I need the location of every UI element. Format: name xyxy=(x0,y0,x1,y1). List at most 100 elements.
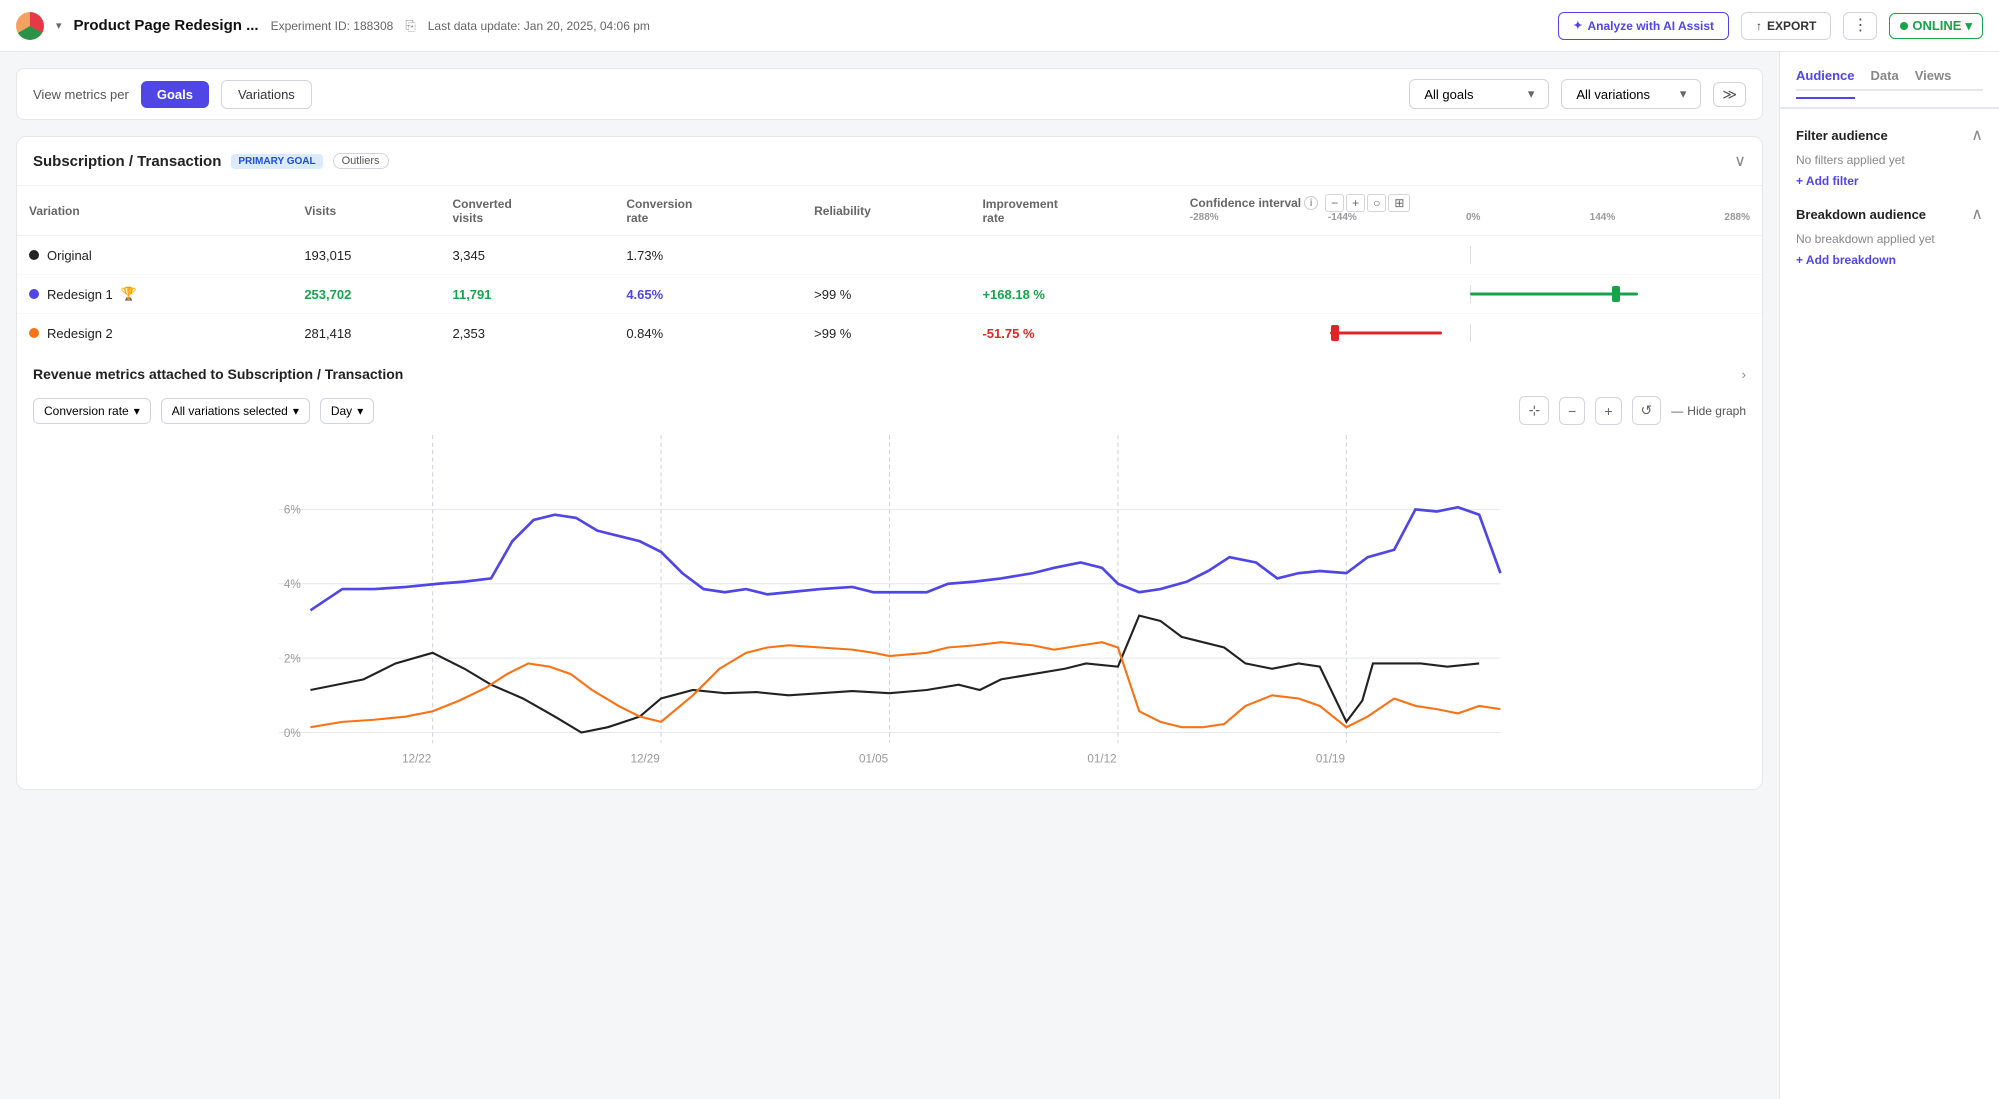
export-icon: ↑ xyxy=(1756,19,1762,33)
svg-text:01/19: 01/19 xyxy=(1316,752,1345,765)
revenue-section: Revenue metrics attached to Subscription… xyxy=(17,352,1762,789)
visits-cell: 253,702 xyxy=(292,275,440,314)
svg-text:01/05: 01/05 xyxy=(859,752,888,765)
svg-text:12/29: 12/29 xyxy=(631,752,660,765)
tab-data[interactable]: Data xyxy=(1871,68,1899,89)
day-dropdown[interactable]: Day ▾ xyxy=(320,398,374,424)
top-bar: ▾ Product Page Redesign ... Experiment I… xyxy=(0,0,1999,52)
all-variations-selected-dropdown[interactable]: All variations selected ▾ xyxy=(161,398,310,424)
hide-graph-icon: — xyxy=(1671,404,1683,418)
variations-button[interactable]: Variations xyxy=(221,80,312,109)
svg-text:12/22: 12/22 xyxy=(402,752,431,765)
card-header: Subscription / Transaction PRIMARY GOAL … xyxy=(17,137,1762,186)
experiment-id: Experiment ID: 188308 xyxy=(271,19,394,33)
dot-blue-icon xyxy=(29,289,39,299)
day-chevron-icon: ▾ xyxy=(357,404,363,418)
converted-cell: 3,345 xyxy=(440,236,614,275)
improvement-cell: -51.75 % xyxy=(970,314,1177,353)
add-breakdown-link[interactable]: + Add breakdown xyxy=(1796,253,1896,267)
visits-cell: 281,418 xyxy=(292,314,440,353)
copy-icon[interactable]: ⎘ xyxy=(405,18,415,34)
revenue-title: Revenue metrics attached to Subscription… xyxy=(33,366,403,382)
experiment-title: Product Page Redesign ... xyxy=(74,17,259,34)
ci-reset-button[interactable]: ○ xyxy=(1367,194,1386,212)
view-label: View metrics per xyxy=(33,87,129,102)
col-conversion-rate: Conversionrate xyxy=(614,186,802,236)
col-ci: Confidence interval i − + ○ ⊞ -2 xyxy=(1178,186,1762,236)
hide-graph-button[interactable]: — Hide graph xyxy=(1671,404,1746,418)
svg-text:4%: 4% xyxy=(284,578,301,591)
outliers-badge[interactable]: Outliers xyxy=(333,153,389,169)
online-chevron-icon: ▾ xyxy=(1965,18,1972,34)
table-row: Redesign 1 🏆 253,702 11,791 4.65% >99 % … xyxy=(17,275,1762,314)
add-filter-link[interactable]: + Add filter xyxy=(1796,174,1859,188)
no-filter-text: No filters applied yet xyxy=(1796,153,1983,167)
chart-area: 0% 2% 4% 6% 12/22 12/29 01/05 xyxy=(33,435,1746,775)
online-status-badge[interactable]: ONLINE ▾ xyxy=(1889,13,1983,39)
svg-text:01/12: 01/12 xyxy=(1087,752,1116,765)
right-panel: Audience Data Views Filter audience ∧ No… xyxy=(1779,52,1999,1099)
reliability-cell: >99 % xyxy=(802,314,970,353)
card-collapse-button[interactable]: ∨ xyxy=(1734,151,1746,171)
tab-views[interactable]: Views xyxy=(1915,68,1952,89)
graph-cursor-button[interactable]: ⊹ xyxy=(1519,396,1549,425)
graph-refresh-button[interactable]: ↺ xyxy=(1632,396,1662,425)
ai-assist-button[interactable]: Analyze with AI Assist xyxy=(1558,12,1729,40)
ci-cell xyxy=(1178,314,1762,353)
all-goals-dropdown[interactable]: All goals ▾ xyxy=(1409,79,1549,109)
goals-button[interactable]: Goals xyxy=(141,81,209,108)
svg-text:0%: 0% xyxy=(284,727,301,740)
ci-more-button[interactable]: ⊞ xyxy=(1388,194,1410,212)
improvement-cell: +168.18 % xyxy=(970,275,1177,314)
ci-info-icon[interactable]: i xyxy=(1304,196,1318,210)
col-converted: Convertedvisits xyxy=(440,186,614,236)
col-visits: Visits xyxy=(292,186,440,236)
all-variations-chevron-icon: ▾ xyxy=(1680,86,1687,102)
no-breakdown-text: No breakdown applied yet xyxy=(1796,232,1983,246)
panel-tabs: Audience Data Views xyxy=(1796,68,1983,91)
ci-minus-button[interactable]: − xyxy=(1325,194,1344,212)
metrics-bar: View metrics per Goals Variations All go… xyxy=(16,68,1763,120)
reliability-cell xyxy=(802,236,970,275)
col-variation: Variation xyxy=(17,186,292,236)
converted-cell: 2,353 xyxy=(440,314,614,353)
export-button[interactable]: ↑ EXPORT xyxy=(1741,12,1831,40)
graph-zoom-in-button[interactable]: + xyxy=(1595,397,1621,425)
dot-black-icon xyxy=(29,250,39,260)
logo-chevron-icon: ▾ xyxy=(56,19,62,32)
metrics-table: Variation Visits Convertedvisits Convers… xyxy=(17,186,1762,352)
variation-name: Original xyxy=(29,248,280,263)
app-logo xyxy=(16,12,44,40)
col-improvement: Improvementrate xyxy=(970,186,1177,236)
all-variations-dropdown[interactable]: All variations ▾ xyxy=(1561,79,1701,109)
last-update: Last data update: Jan 20, 2025, 04:06 pm xyxy=(428,19,1547,33)
improvement-cell xyxy=(970,236,1177,275)
rate-cell: 0.84% xyxy=(614,314,802,353)
converted-cell: 11,791 xyxy=(440,275,614,314)
more-menu-button[interactable]: ⋮ xyxy=(1843,12,1877,40)
breakdown-collapse-icon[interactable]: ∧ xyxy=(1971,204,1983,224)
breakdown-section-title: Breakdown audience xyxy=(1796,207,1926,222)
col-reliability: Reliability xyxy=(802,186,970,236)
tab-audience[interactable]: Audience xyxy=(1796,68,1855,99)
ci-cell xyxy=(1178,275,1762,314)
main-content: View metrics per Goals Variations All go… xyxy=(0,52,1999,1099)
filter-section-title: Filter audience xyxy=(1796,128,1888,143)
graph-zoom-out-button[interactable]: − xyxy=(1559,397,1585,425)
variation-name: Redesign 1 🏆 xyxy=(29,286,280,302)
breakdown-audience-section: Breakdown audience ∧ No breakdown applie… xyxy=(1796,204,1983,267)
filter-collapse-icon[interactable]: ∧ xyxy=(1971,125,1983,145)
revenue-expand-icon[interactable]: › xyxy=(1742,367,1746,382)
variation-name: Redesign 2 xyxy=(29,326,280,341)
ci-plus-button[interactable]: + xyxy=(1346,194,1365,212)
conversion-rate-dropdown[interactable]: Conversion rate ▾ xyxy=(33,398,151,424)
revenue-header: Revenue metrics attached to Subscription… xyxy=(33,366,1746,382)
reliability-cell: >99 % xyxy=(802,275,970,314)
panel-expand-button[interactable]: ≫ xyxy=(1713,82,1746,107)
svg-text:2%: 2% xyxy=(284,652,301,665)
rate-cell: 4.65% xyxy=(614,275,802,314)
table-row: Original 193,015 3,345 1.73% xyxy=(17,236,1762,275)
visits-cell: 193,015 xyxy=(292,236,440,275)
conversion-rate-chevron-icon: ▾ xyxy=(134,404,140,418)
ci-cell xyxy=(1178,236,1762,275)
